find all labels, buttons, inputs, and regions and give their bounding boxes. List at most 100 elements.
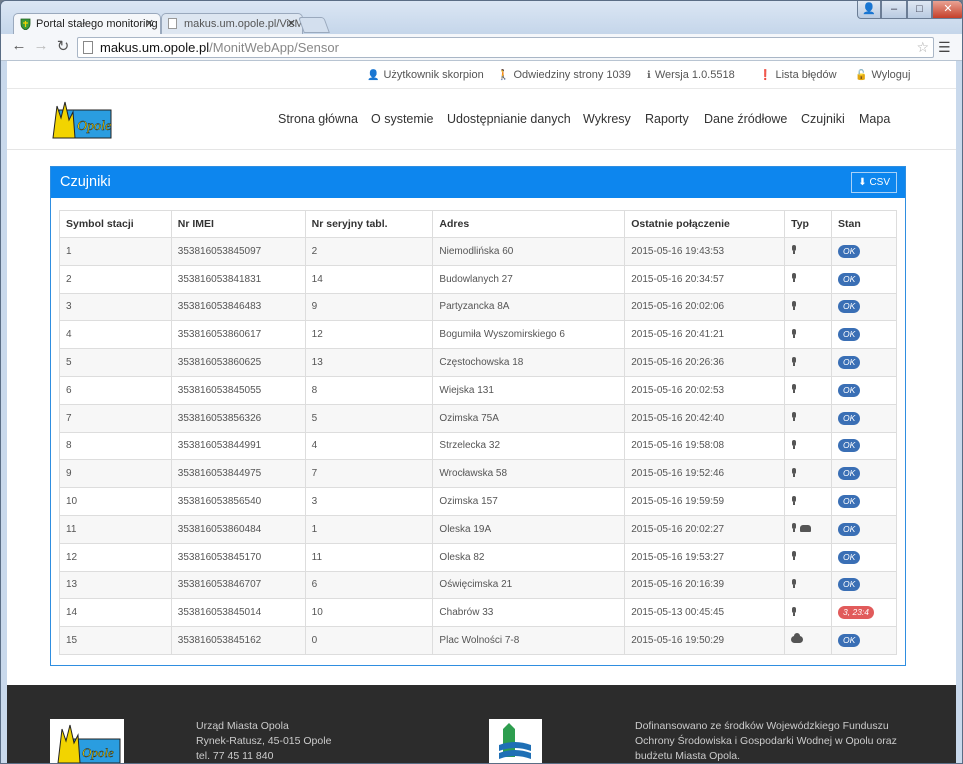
close-tab-icon[interactable]: ✕ [145, 14, 154, 34]
nav-about[interactable]: O systemie [371, 112, 434, 126]
status-badge[interactable]: OK [838, 495, 861, 509]
table-row[interactable]: 12 353816053845170 11 Oleska 82 2015-05-16 1… [59, 542, 897, 572]
csv-export-button[interactable]: ⬇ CSV [851, 172, 897, 193]
hamburger-menu-icon[interactable]: ☰ [938, 39, 951, 56]
status-badge[interactable]: OK [838, 300, 861, 314]
status-cell: OK [831, 237, 897, 266]
status-badge[interactable]: OK [838, 356, 861, 370]
serial-cell: 14 [304, 264, 434, 294]
new-tab-button[interactable] [298, 17, 330, 33]
status-badge[interactable]: OK [838, 411, 861, 425]
station-symbol-cell: 9 [59, 459, 172, 489]
col-header[interactable]: Typ [784, 210, 833, 238]
table-row[interactable]: 11 353816053860484 1 Oleska 19A 2015-05-16 2… [59, 514, 897, 544]
nav-reports[interactable]: Raporty [645, 112, 689, 126]
back-arrow-icon[interactable]: ← [9, 37, 29, 54]
browser-tab-portal[interactable]: Portal stałego monitoring ✕ [13, 13, 161, 35]
status-cell: OK [831, 487, 897, 516]
type-cell [784, 542, 833, 572]
nav-home[interactable]: Strona główna [278, 112, 358, 126]
address-cell: Bogumiła Wyszomirskiego 6 [432, 320, 626, 350]
footer-address: Urząd Miasta Opola Rynek-Ratusz, 45-015 … [196, 719, 331, 763]
type-cell [784, 348, 833, 377]
imei-cell: 353816053841831 [170, 264, 306, 294]
col-header[interactable]: Nr IMEI [170, 210, 306, 238]
status-badge[interactable]: OK [838, 578, 861, 592]
nav-map[interactable]: Mapa [859, 112, 890, 126]
col-header[interactable]: Stan [831, 210, 897, 238]
table-row[interactable]: 2 353816053841831 14 Budowlanych 27 2015-05-… [59, 264, 897, 294]
tab-strip: Portal stałego monitoring ✕ makus.um.opo… [1, 1, 962, 35]
status-badge[interactable]: 3, 23:4 [838, 606, 875, 620]
last-connection-cell: 2015-05-16 19:53:27 [624, 542, 786, 572]
maximize-button[interactable]: □ [907, 1, 932, 19]
table-row[interactable]: 15 353816053845162 0 Plac Wolności 7-8 2015-… [59, 626, 897, 655]
col-header[interactable]: Adres [432, 210, 626, 238]
microphone-icon [791, 384, 797, 394]
last-connection-cell: 2015-05-16 20:42:40 [624, 403, 786, 433]
station-symbol-cell: 8 [59, 431, 172, 461]
minimize-button[interactable]: – [881, 1, 907, 19]
imei-cell: 353816053844991 [170, 431, 306, 461]
svg-text:Opole: Opole [82, 745, 114, 760]
last-connection-cell: 2015-05-16 20:34:57 [624, 264, 786, 294]
alert-icon: ❗ [759, 70, 772, 81]
car-icon [800, 525, 812, 533]
browser-tab-vismap[interactable]: makus.um.opole.pl/VisMa ✕ [161, 13, 303, 35]
imei-cell: 353816053860484 [170, 514, 306, 544]
serial-cell: 2 [304, 237, 434, 266]
nav-data-sharing[interactable]: Udostępnianie danych [447, 112, 571, 126]
table-row[interactable]: 8 353816053844991 4 Strzelecka 32 2015-05-16… [59, 431, 897, 461]
nav-sensors[interactable]: Czujniki [801, 112, 845, 126]
imei-cell: 353816053845162 [170, 626, 306, 655]
table-row[interactable]: 10 353816053856540 3 Ozimska 157 2015-05-16 … [59, 487, 897, 516]
close-window-button[interactable]: ✕ [932, 1, 962, 19]
table-row[interactable]: 13 353816053846707 6 Oświęcimska 21 2015-05-… [59, 570, 897, 600]
table-row[interactable]: 3 353816053846483 9 Partyzancka 8A 2015-05-1… [59, 292, 897, 322]
user-link[interactable]: 👤 Użytkownik skorpion [367, 69, 484, 81]
forward-arrow-icon[interactable]: → [31, 37, 51, 54]
panel-title: Czujniki [60, 174, 111, 190]
user-profile-icon[interactable]: 👤 [857, 1, 881, 19]
station-symbol-cell: 1 [59, 237, 172, 266]
nav-charts[interactable]: Wykresy [583, 112, 631, 126]
col-header[interactable]: Ostatnie połączenie [624, 210, 786, 238]
col-header[interactable]: Nr seryjny tabl. [304, 210, 434, 238]
address-bar[interactable]: makus.um.opole.pl/MonitWebApp/Sensor ☆ [77, 37, 934, 58]
version-info: ℹ Wersja 1.0.5518 [647, 69, 735, 81]
table-row[interactable]: 4 353816053860617 12 Bogumiła Wyszomirskieg… [59, 320, 897, 350]
serial-cell: 1 [304, 514, 434, 544]
funding-line: Dofinansowano ze środków Wojewódzkiego F… [635, 720, 889, 732]
status-badge[interactable]: OK [838, 634, 861, 648]
col-header[interactable]: Symbol stacji [59, 210, 172, 238]
bookmark-star-icon[interactable]: ☆ [916, 38, 929, 57]
nav-source-data[interactable]: Dane źródłowe [704, 112, 787, 126]
close-tab-icon[interactable]: ✕ [287, 14, 296, 34]
error-list-link[interactable]: ❗ Lista błędów [759, 69, 837, 81]
tab-label: makus.um.opole.pl/VisMa [184, 18, 303, 30]
table-row[interactable]: 6 353816053845055 8 Wiejska 131 2015-05-16 2… [59, 375, 897, 405]
status-badge[interactable]: OK [838, 272, 861, 286]
station-symbol-cell: 4 [59, 320, 172, 350]
imei-cell: 353816053845055 [170, 375, 306, 405]
table-row[interactable]: 14 353816053845014 10 Chabrów 33 2015-05-13 … [59, 598, 897, 628]
table-row[interactable]: 9 353816053844975 7 Wrocławska 58 2015-05-16… [59, 459, 897, 489]
table-row[interactable]: 7 353816053856326 5 Ozimska 75A 2015-05-16 2… [59, 403, 897, 433]
status-badge[interactable]: OK [838, 328, 861, 342]
status-badge[interactable]: OK [838, 383, 861, 397]
user-label: Użytkownik skorpion [383, 69, 484, 81]
type-cell [784, 459, 833, 489]
reload-icon[interactable]: ↻ [53, 37, 73, 55]
imei-cell: 353816053845170 [170, 542, 306, 572]
table-row[interactable]: 5 353816053860625 13 Częstochowska 18 2015-0… [59, 348, 897, 377]
opole-logo[interactable]: Opole [51, 98, 113, 142]
status-badge[interactable]: OK [838, 522, 861, 536]
page-favicon-icon [168, 18, 177, 29]
logout-link[interactable]: 🔓 Wyloguj [855, 69, 910, 81]
status-badge[interactable]: OK [838, 244, 861, 258]
status-badge[interactable]: OK [838, 439, 861, 453]
status-badge[interactable]: OK [838, 550, 861, 564]
visits-label: Odwiedziny strony 1039 [513, 69, 631, 81]
table-row[interactable]: 1 353816053845097 2 Niemodlińska 60 2015-05-… [59, 237, 897, 266]
status-badge[interactable]: OK [838, 467, 861, 481]
